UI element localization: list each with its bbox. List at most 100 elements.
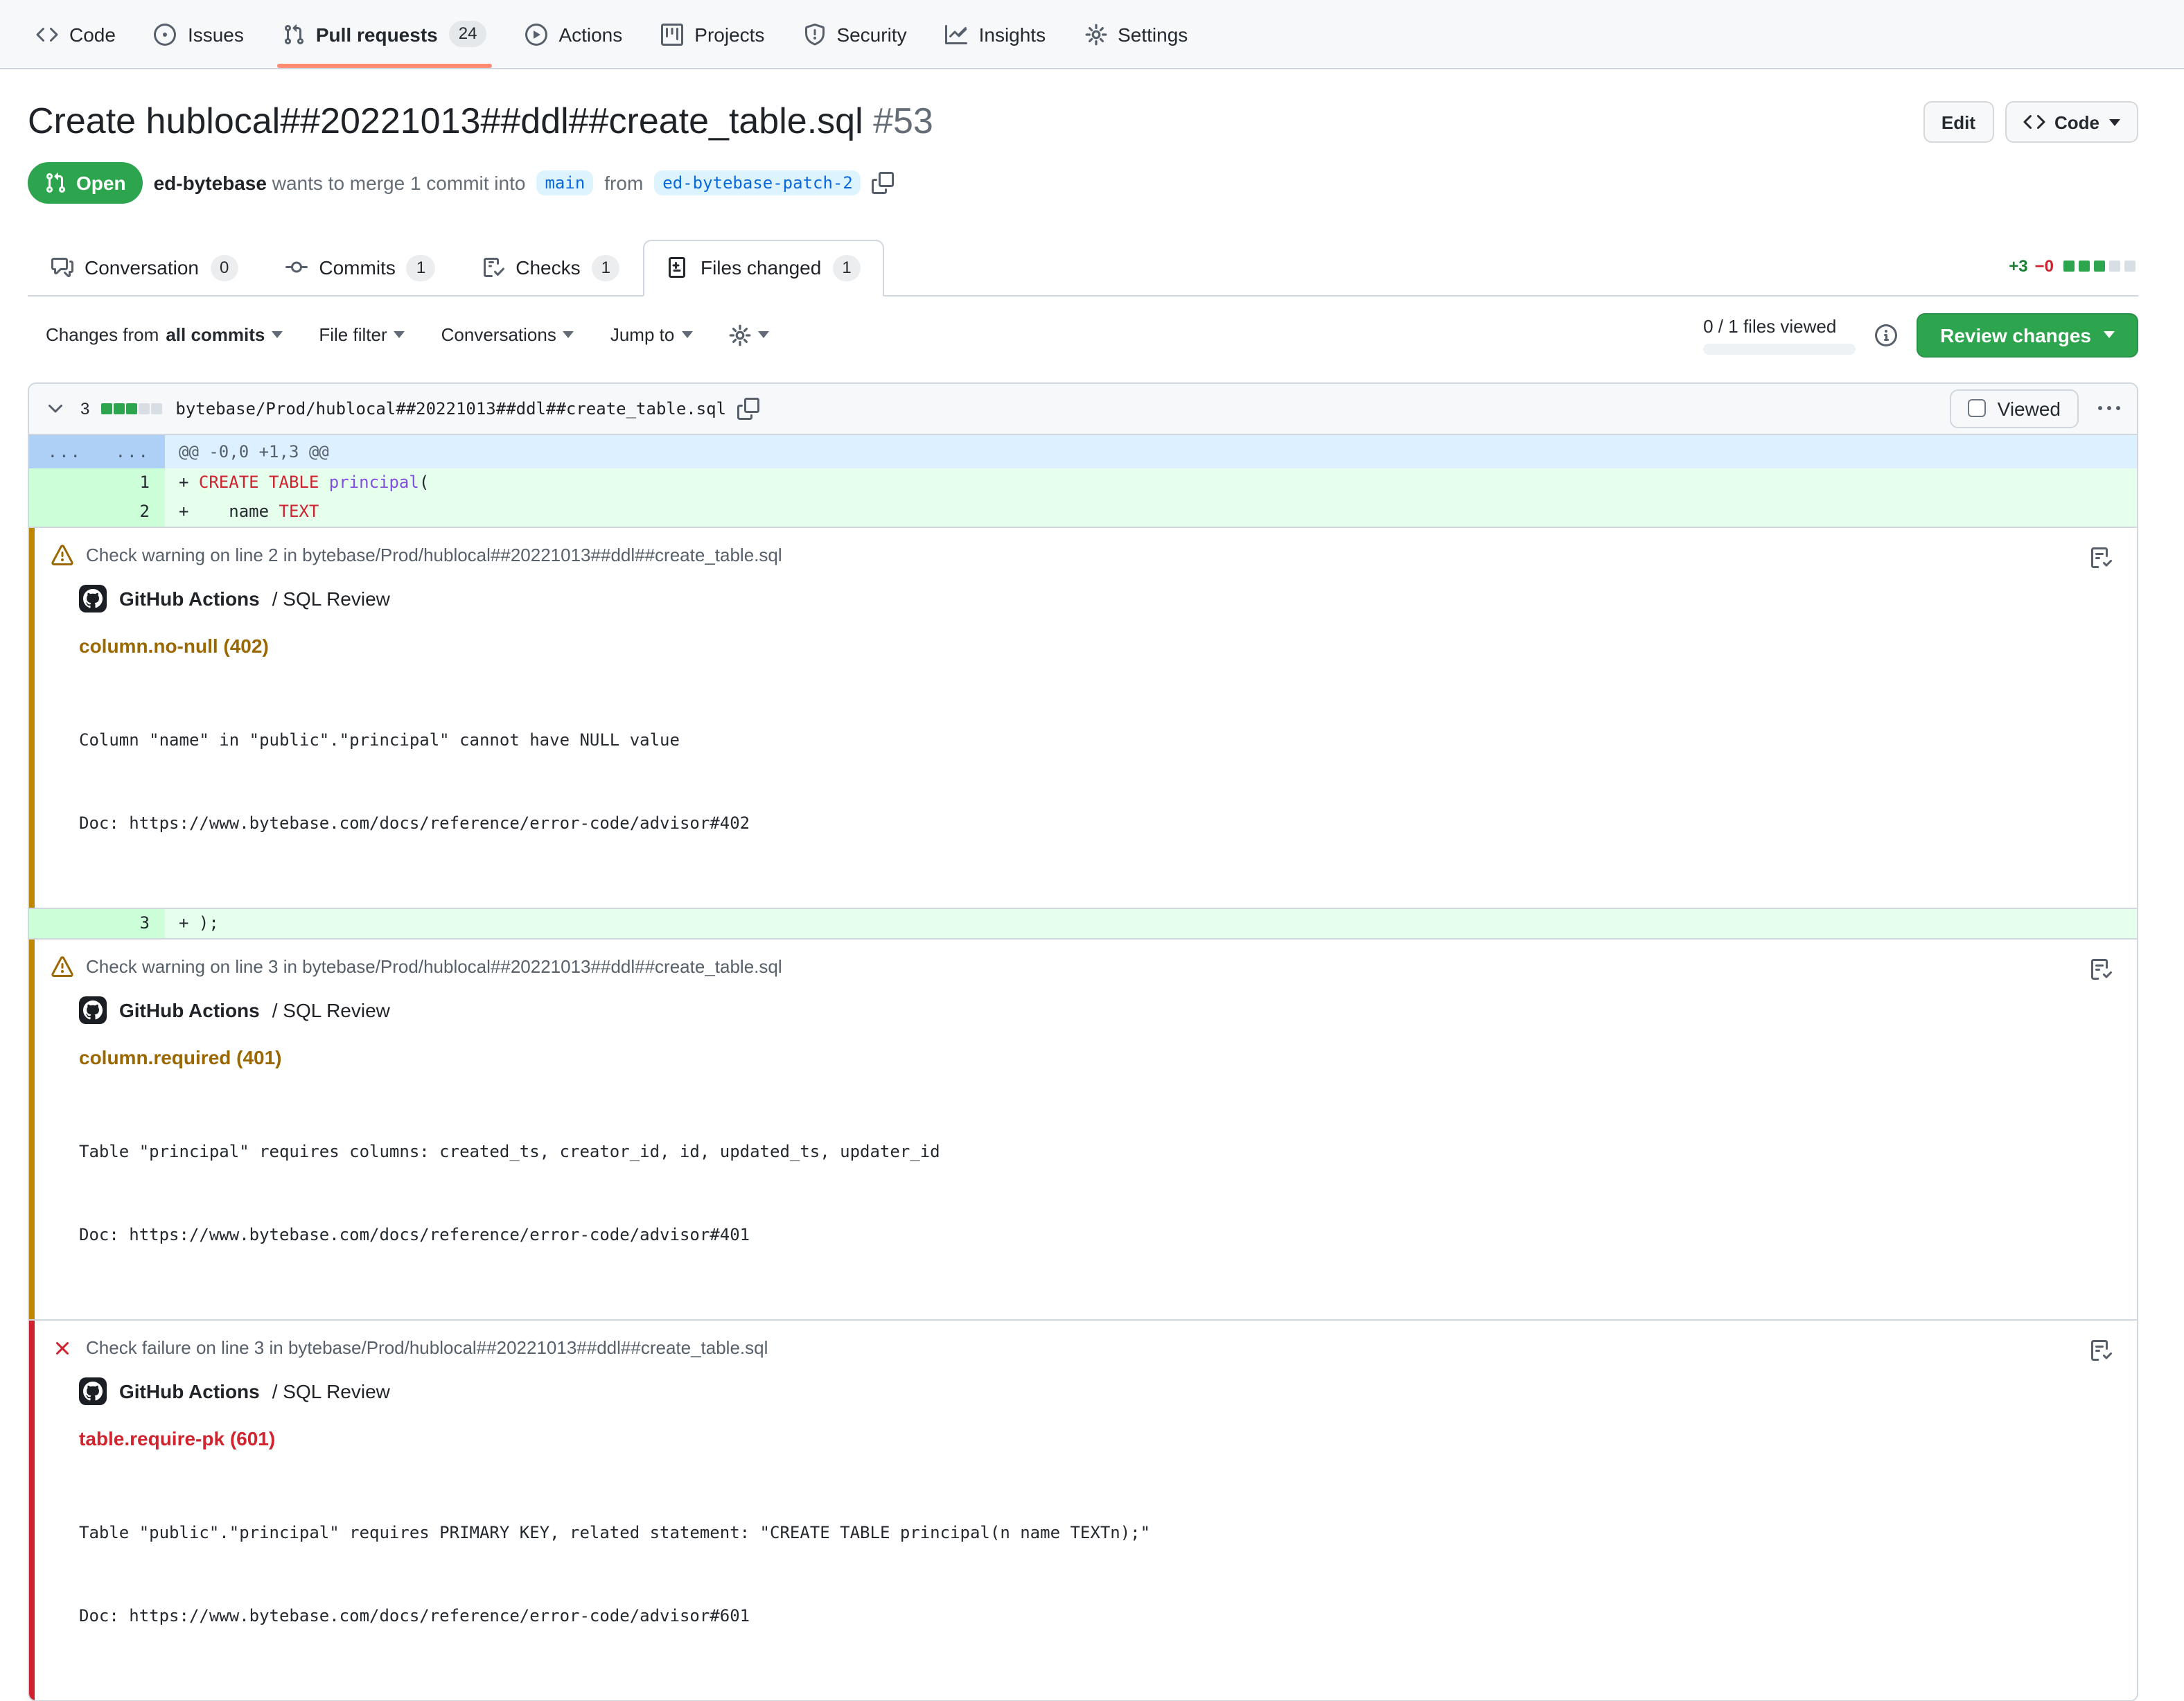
file-diff-icon [667, 256, 689, 279]
code-button[interactable]: Code [2005, 101, 2138, 143]
chevron-down-icon [2109, 118, 2120, 125]
diffstat-square [100, 403, 112, 414]
viewed-toggle[interactable]: Viewed [1950, 389, 2079, 428]
head-branch-label[interactable]: ed-bytebase-patch-2 [654, 170, 861, 195]
view-check-icon[interactable] [2090, 544, 2117, 885]
diffstat-square [2109, 260, 2120, 271]
github-actions-avatar [79, 584, 107, 612]
pull-request-icon [283, 23, 305, 45]
copy-branch-icon[interactable] [872, 171, 895, 193]
annotation-title: column.required (401) [79, 1046, 940, 1068]
annotation-title: table.require-pk (601) [79, 1427, 1150, 1449]
file-changes-count: 3 [80, 398, 89, 418]
deletions-count: −0 [2035, 256, 2054, 275]
nav-item-settings[interactable]: Settings [1071, 0, 1201, 68]
tab-conversation[interactable]: Conversation 0 [28, 239, 262, 296]
diffstat: +3 −0 [2009, 256, 2135, 294]
pr-author[interactable]: ed-bytebase [154, 171, 267, 193]
review-changes-button[interactable]: Review changes [1917, 312, 2138, 357]
check-annotation-601: Check failure on line 3 in bytebase/Prod… [29, 1319, 2137, 1700]
jump-to-dropdown[interactable]: Jump to [610, 324, 693, 345]
base-branch-label[interactable]: main [536, 170, 593, 195]
hunk-header-text: @@ -0,0 +1,3 @@ [165, 434, 2137, 468]
tab-counter: 0 [210, 254, 238, 281]
diff-line-3: 3 + ); [29, 908, 2137, 937]
nav-item-projects[interactable]: Projects [647, 0, 778, 68]
github-actions-avatar [79, 1377, 107, 1404]
nav-item-code[interactable]: Code [22, 0, 130, 68]
code-line: + ); [165, 908, 2137, 937]
nav-item-security[interactable]: Security [789, 0, 920, 68]
nav-label: Actions [558, 23, 622, 45]
view-check-icon[interactable] [2090, 1337, 2117, 1677]
kebab-menu-icon[interactable] [2093, 394, 2126, 422]
nav-label: Insights [979, 23, 1046, 45]
code-line: + name TEXT [165, 497, 2137, 526]
additions-count: +3 [2009, 256, 2027, 275]
nav-item-issues[interactable]: Issues [141, 0, 258, 68]
changes-from-dropdown[interactable]: Changes from all commits [46, 324, 283, 345]
info-icon[interactable] [1875, 324, 1897, 346]
tab-counter: 1 [592, 254, 620, 281]
new-line-number[interactable]: 3 [97, 908, 165, 937]
files-viewed-label: 0 / 1 files viewed [1703, 315, 1856, 336]
check-annotation-402: Check warning on line 2 in bytebase/Prod… [29, 526, 2137, 908]
annotation-body: Table "principal" requires columns: crea… [79, 1089, 940, 1296]
gear-icon [728, 324, 750, 346]
file-path[interactable]: bytebase/Prod/hublocal##20221013##ddl##c… [175, 398, 726, 418]
pull-requests-count: 24 [449, 21, 487, 47]
graph-icon [946, 23, 968, 45]
file-filter-dropdown[interactable]: File filter [319, 324, 405, 345]
github-actions-avatar [79, 996, 107, 1023]
nav-label: Projects [694, 23, 764, 45]
hunk-gutter-old: ... [29, 434, 97, 468]
tab-files-changed[interactable]: Files changed 1 [644, 239, 885, 296]
tab-checks[interactable]: Checks 1 [459, 239, 644, 296]
old-line-number [29, 908, 97, 937]
diffstat-square [2063, 260, 2075, 271]
collapse-file-chevron-icon[interactable] [42, 394, 69, 422]
files-toolbar: Changes from all commits File filter Con… [28, 312, 2138, 357]
nav-item-insights[interactable]: Insights [932, 0, 1060, 68]
diff-line-1: 1 + CREATE TABLE principal( [29, 468, 2137, 497]
new-line-number[interactable]: 2 [97, 497, 165, 526]
viewed-checkbox[interactable] [1969, 399, 1987, 417]
nav-label: Issues [188, 23, 244, 45]
issue-icon [155, 23, 177, 45]
page-title: Create hublocal##20221013##ddl##create_t… [28, 98, 933, 143]
diff-settings-dropdown[interactable] [728, 324, 768, 346]
pr-files-changed-page: Code Issues Pull requests 24 Actions Pro… [0, 0, 2184, 1300]
pr-number: #53 [873, 100, 933, 141]
pr-header: Create hublocal##20221013##ddl##create_t… [28, 98, 2138, 143]
edit-button[interactable]: Edit [1923, 101, 1993, 143]
gear-icon [1084, 23, 1107, 45]
pull-request-icon [44, 171, 67, 193]
conversations-dropdown[interactable]: Conversations [441, 324, 574, 345]
check-run-source: GitHub Actions / SQL Review [79, 1377, 1150, 1404]
check-annotation-401: Check warning on line 3 in bytebase/Prod… [29, 937, 2137, 1319]
pr-tabs: Conversation 0 Commits 1 Checks 1 Files … [28, 239, 2138, 296]
pr-meta: Open ed-bytebase wants to merge 1 commit… [28, 161, 2138, 203]
chevron-down-icon [2104, 331, 2115, 338]
diffstat-square [113, 403, 124, 414]
checklist-icon [482, 256, 504, 279]
annotation-title: column.no-null (402) [79, 634, 782, 656]
annotation-header: Check failure on line 3 in bytebase/Prod… [51, 1337, 1150, 1359]
tab-commits[interactable]: Commits 1 [262, 239, 459, 296]
new-line-number[interactable]: 1 [97, 468, 165, 497]
copy-path-icon[interactable] [737, 397, 759, 419]
view-check-icon[interactable] [2090, 955, 2117, 1296]
x-icon [51, 1337, 73, 1359]
nav-label: Pull requests [316, 23, 438, 45]
diff-line-2: 2 + name TEXT [29, 497, 2137, 526]
pr-state-badge: Open [28, 161, 143, 203]
nav-item-pull-requests[interactable]: Pull requests 24 [269, 0, 501, 68]
hunk-gutter-new: ... [97, 434, 165, 468]
files-viewed-progress: 0 / 1 files viewed [1703, 315, 1856, 354]
play-icon [525, 23, 547, 45]
pr-state-label: Open [76, 171, 126, 193]
comment-discussion-icon [51, 256, 73, 279]
nav-item-actions[interactable]: Actions [511, 0, 636, 68]
code-icon [36, 23, 58, 45]
diffstat-square [2124, 260, 2135, 271]
